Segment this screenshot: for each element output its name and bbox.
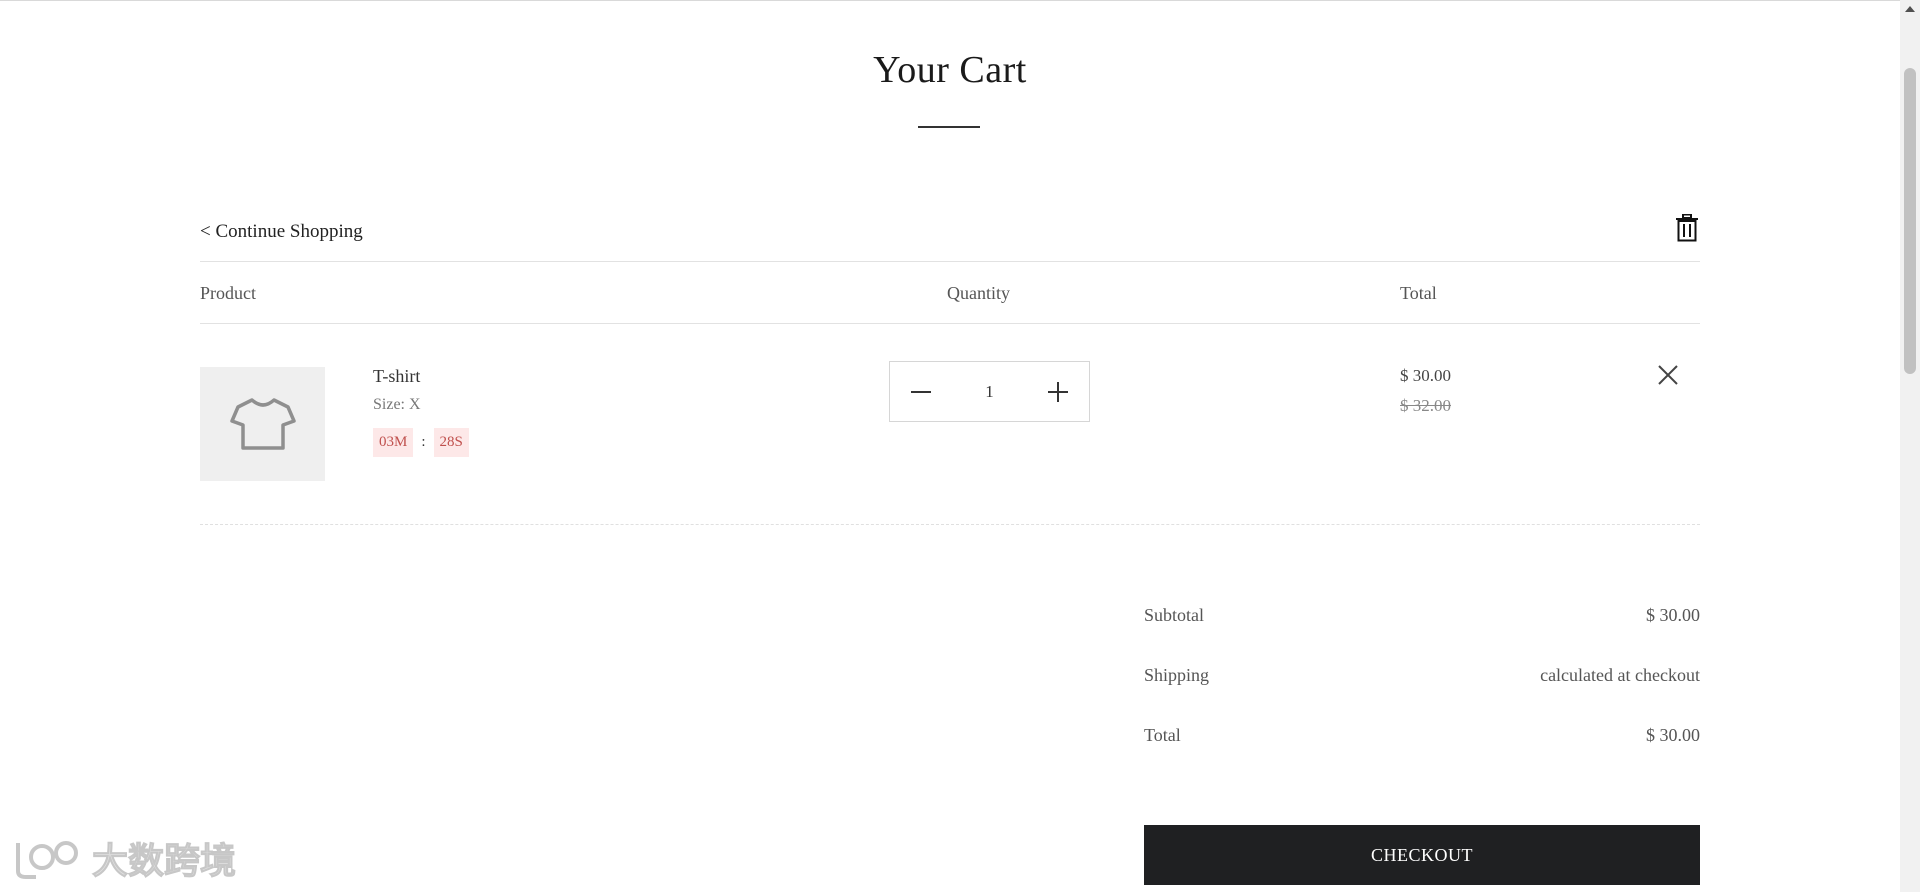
watermark: 大数跨境 bbox=[12, 832, 237, 884]
summary-total: Total $ 30.00 bbox=[1144, 725, 1700, 746]
tshirt-icon bbox=[229, 398, 296, 450]
shipping-value: calculated at checkout bbox=[1540, 665, 1700, 685]
divider bbox=[200, 323, 1700, 324]
scroll-thumb[interactable] bbox=[1904, 68, 1916, 374]
subtotal-value: $ 30.00 bbox=[1646, 605, 1700, 625]
item-original-price: $ 32.00 bbox=[1400, 396, 1451, 415]
title-underline bbox=[918, 126, 980, 128]
increase-quantity-button[interactable] bbox=[1027, 362, 1089, 421]
page-scrollbar[interactable] bbox=[1900, 0, 1920, 892]
item-divider bbox=[200, 524, 1700, 525]
summary-shipping: Shipping calculated at checkout bbox=[1144, 665, 1700, 686]
product-size: Size: X bbox=[373, 396, 421, 413]
header-total: Total bbox=[1400, 283, 1437, 303]
timer-separator: : bbox=[421, 434, 426, 450]
item-price: $ 30.00 bbox=[1400, 366, 1451, 385]
summary-subtotal: Subtotal $ 30.00 bbox=[1144, 605, 1700, 626]
quantity-stepper: 1 bbox=[889, 361, 1090, 422]
minus-icon bbox=[911, 390, 931, 393]
plus-icon bbox=[1048, 381, 1068, 402]
header-product: Product bbox=[200, 283, 256, 303]
shipping-label: Shipping bbox=[1144, 665, 1210, 685]
scroll-up-icon[interactable] bbox=[1905, 6, 1915, 12]
total-label: Total bbox=[1144, 725, 1181, 745]
watermark-text: 大数跨境 bbox=[91, 841, 237, 883]
watermark-logo-icon bbox=[16, 841, 78, 879]
continue-shopping-link[interactable]: < Continue Shopping bbox=[200, 221, 363, 243]
timer-minutes: 03M bbox=[373, 428, 414, 457]
top-border bbox=[0, 0, 1900, 1]
trash-icon[interactable] bbox=[1674, 213, 1700, 242]
product-thumbnail[interactable] bbox=[200, 367, 325, 481]
product-name[interactable]: T-shirt bbox=[373, 366, 420, 387]
checkout-button[interactable]: CHECKOUT bbox=[1144, 825, 1700, 885]
timer-seconds: 28S bbox=[433, 428, 469, 457]
close-icon[interactable] bbox=[1656, 363, 1680, 387]
countdown-timer: 03M : 28S bbox=[373, 428, 469, 457]
header-quantity: Quantity bbox=[947, 283, 1010, 303]
page-title: Your Cart bbox=[873, 49, 1027, 91]
quantity-input[interactable]: 1 bbox=[952, 382, 1027, 402]
subtotal-label: Subtotal bbox=[1144, 605, 1205, 625]
total-value: $ 30.00 bbox=[1646, 725, 1700, 745]
divider bbox=[200, 261, 1700, 262]
decrease-quantity-button[interactable] bbox=[890, 362, 952, 421]
